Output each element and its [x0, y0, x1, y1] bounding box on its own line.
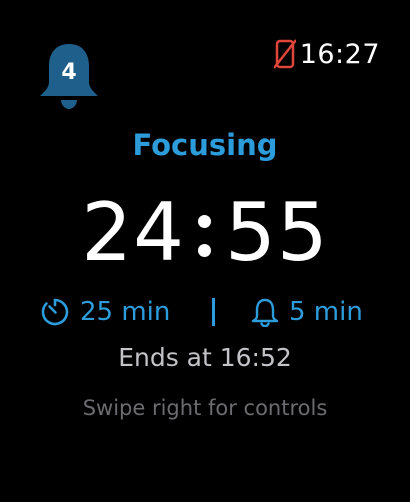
timer-minutes: 24: [81, 186, 185, 279]
session-durations: 25 min 5 min: [0, 294, 410, 330]
phone-disconnected-icon: [273, 39, 296, 69]
end-time-text: Ends at 16:52: [118, 343, 292, 372]
status-clock: 16:27: [299, 38, 380, 70]
watch-screen: 4 16:27 Focusing 24 55 25 min 5 min Ends…: [0, 0, 410, 502]
timer-separator: [185, 198, 225, 268]
notification-count: 4: [61, 60, 77, 85]
work-duration: 25 min: [40, 294, 170, 330]
work-duration-label: 25 min: [80, 297, 171, 327]
break-duration: 5 min: [251, 294, 363, 330]
break-duration-label: 5 min: [289, 297, 363, 327]
timer-icon: [41, 298, 69, 326]
duration-divider: [212, 298, 215, 326]
bell-icon: [251, 298, 279, 327]
timer-seconds: 55: [225, 186, 329, 279]
status-bar: 16:27: [273, 36, 380, 72]
countdown-timer: 24 55: [0, 185, 410, 280]
focus-status-title: Focusing: [132, 128, 278, 162]
notification-badge[interactable]: 4: [37, 40, 101, 112]
swipe-hint-text: Swipe right for controls: [82, 396, 328, 420]
